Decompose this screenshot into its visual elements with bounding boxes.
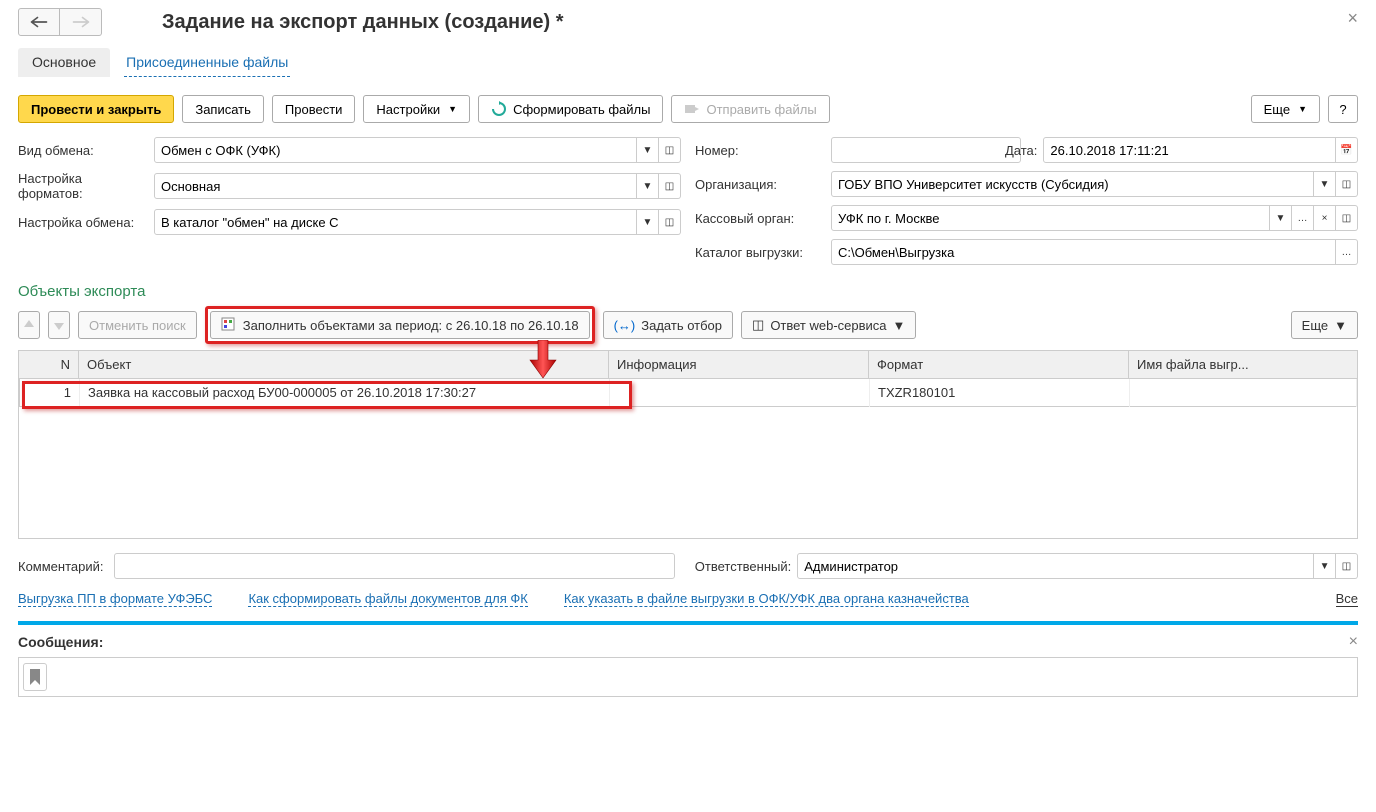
export-dir-field[interactable]	[831, 239, 1336, 265]
exchange-type-label: Вид обмена:	[18, 143, 148, 158]
post-button[interactable]: Провести	[272, 95, 356, 123]
cancel-search-button: Отменить поиск	[78, 311, 197, 339]
chevron-down-icon: ▼	[1298, 104, 1307, 114]
cell-format: TXZR180101	[870, 379, 1130, 407]
generate-files-button[interactable]: Сформировать файлы	[478, 95, 663, 123]
settings-button[interactable]: Настройки ▼	[363, 95, 470, 123]
move-down-button	[48, 311, 70, 339]
post-and-close-button[interactable]: Провести и закрыть	[18, 95, 174, 123]
date-field[interactable]	[1043, 137, 1336, 163]
ellipsis-icon[interactable]: …	[1336, 239, 1358, 265]
arrow-down-annotation	[528, 340, 558, 383]
nav-forward-button[interactable]	[60, 8, 102, 36]
more-button[interactable]: Еще ▼	[1251, 95, 1320, 123]
cell-object: Заявка на кассовый расход БУ00-000005 от…	[80, 379, 610, 407]
tab-main[interactable]: Основное	[18, 48, 110, 77]
col-n[interactable]: N	[19, 351, 79, 379]
messages-title: Сообщения:	[18, 634, 103, 650]
responsible-label: Ответственный:	[695, 559, 791, 574]
filter-icon: (↔)	[614, 318, 636, 333]
table-row[interactable]: 1 Заявка на кассовый расход БУ00-000005 …	[20, 379, 1357, 407]
fill-period-highlight: Заполнить объектами за период: с 26.10.1…	[205, 306, 595, 344]
open-icon[interactable]: ◫	[659, 173, 681, 199]
objects-more-label: Еще	[1302, 318, 1328, 333]
more-label: Еще	[1264, 102, 1290, 117]
export-dir-label: Каталог выгрузки:	[695, 245, 825, 260]
messages-close-icon[interactable]: ×	[1349, 633, 1358, 651]
dropdown-icon[interactable]: ▼	[1314, 553, 1336, 579]
messages-divider	[18, 621, 1358, 625]
link-two-organs[interactable]: Как указать в файле выгрузки в ОФК/УФК д…	[564, 591, 969, 607]
open-icon[interactable]: ◫	[659, 137, 681, 163]
cash-organ-label: Кассовый орган:	[695, 211, 825, 226]
chevron-down-icon: ▼	[1334, 318, 1347, 333]
calendar-icon[interactable]: 📅	[1336, 137, 1358, 163]
help-button[interactable]: ?	[1328, 95, 1358, 123]
messages-box	[18, 657, 1358, 697]
exchange-type-field[interactable]	[154, 137, 637, 163]
organization-label: Организация:	[695, 177, 825, 192]
fill-icon	[221, 317, 237, 333]
number-field[interactable]	[831, 137, 1021, 163]
web-response-button[interactable]: ◫ Ответ web-сервиса ▼	[741, 311, 916, 339]
send-files-label: Отправить файлы	[706, 102, 816, 117]
objects-more-button[interactable]: Еще ▼	[1291, 311, 1358, 339]
save-button[interactable]: Записать	[182, 95, 264, 123]
chevron-down-icon: ▼	[893, 318, 906, 333]
dropdown-icon[interactable]: ▼	[637, 209, 659, 235]
clear-icon[interactable]: ×	[1314, 205, 1336, 231]
open-icon[interactable]: ◫	[1336, 553, 1358, 579]
dropdown-icon[interactable]: ▼	[1314, 171, 1336, 197]
number-label: Номер:	[695, 143, 825, 158]
format-setting-field[interactable]	[154, 173, 637, 199]
fill-period-label: Заполнить объектами за период: с 26.10.1…	[243, 318, 579, 333]
link-ufebs[interactable]: Выгрузка ПП в формате УФЭБС	[18, 591, 212, 607]
set-filter-label: Задать отбор	[641, 318, 722, 333]
cash-organ-field[interactable]	[831, 205, 1270, 231]
generate-files-label: Сформировать файлы	[513, 102, 650, 117]
nav-back-button[interactable]	[18, 8, 60, 36]
col-info[interactable]: Информация	[609, 351, 869, 379]
ellipsis-icon[interactable]: …	[1292, 205, 1314, 231]
tab-files[interactable]: Присоединенные файлы	[124, 48, 290, 77]
exchange-setting-field[interactable]	[154, 209, 637, 235]
comment-label: Комментарий:	[18, 559, 108, 574]
cell-n: 1	[20, 379, 79, 406]
web-response-label: Ответ web-сервиса	[770, 318, 886, 333]
responsible-field[interactable]	[797, 553, 1314, 579]
refresh-icon	[491, 101, 507, 117]
fill-period-button[interactable]: Заполнить объектами за период: с 26.10.1…	[210, 311, 590, 339]
cell-filename	[1130, 379, 1357, 407]
exchange-setting-label: Настройка обмена:	[18, 215, 148, 230]
organization-field[interactable]	[831, 171, 1314, 197]
cell-info	[610, 379, 870, 407]
set-filter-button[interactable]: (↔) Задать отбор	[603, 311, 733, 339]
col-format[interactable]: Формат	[869, 351, 1129, 379]
open-icon: ◫	[752, 317, 764, 333]
move-up-button	[18, 311, 40, 339]
col-filename[interactable]: Имя файла выгр...	[1129, 351, 1358, 379]
comment-field[interactable]	[114, 553, 675, 579]
page-title: Задание на экспорт данных (создание) *	[162, 11, 564, 34]
close-icon[interactable]: ×	[1347, 8, 1358, 29]
open-icon[interactable]: ◫	[659, 209, 681, 235]
send-files-button: Отправить файлы	[671, 95, 829, 123]
link-how-generate[interactable]: Как сформировать файлы документов для ФК	[248, 591, 527, 607]
link-all[interactable]: Все	[1336, 591, 1358, 607]
chevron-down-icon: ▼	[448, 104, 457, 114]
objects-section-title: Объекты экспорта	[18, 283, 1358, 300]
send-icon	[684, 101, 700, 117]
dropdown-icon[interactable]: ▼	[637, 173, 659, 199]
date-label: Дата:	[1005, 143, 1037, 158]
open-icon[interactable]: ◫	[1336, 205, 1358, 231]
bookmark-icon[interactable]	[23, 663, 47, 691]
dropdown-icon[interactable]: ▼	[637, 137, 659, 163]
settings-button-label: Настройки	[376, 102, 440, 117]
open-icon[interactable]: ◫	[1336, 171, 1358, 197]
dropdown-icon[interactable]: ▼	[1270, 205, 1292, 231]
format-setting-label: Настройка форматов:	[18, 171, 148, 201]
